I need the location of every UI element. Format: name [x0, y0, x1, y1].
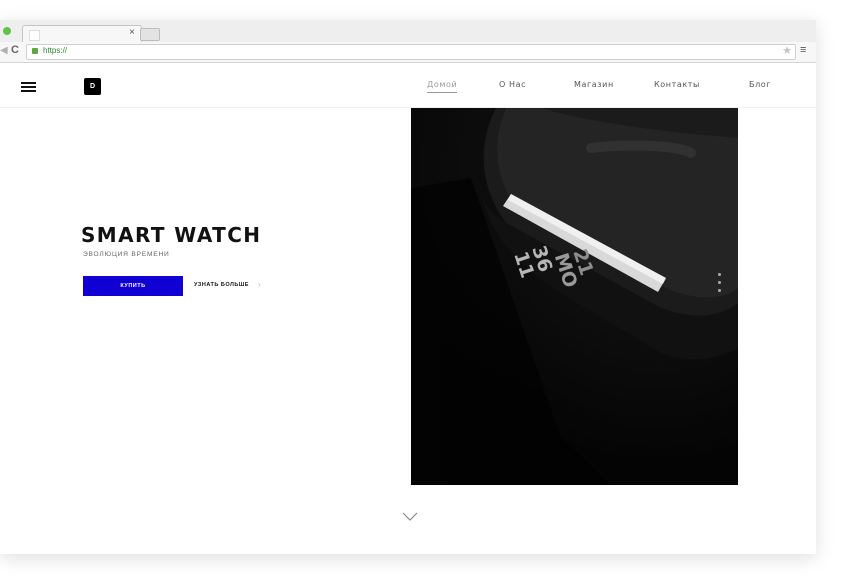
new-tab-button[interactable] — [140, 28, 160, 41]
buy-button[interactable]: КУПИТЬ — [83, 276, 183, 296]
browser-tab[interactable]: × — [22, 25, 142, 43]
reload-icon[interactable]: C — [11, 44, 19, 56]
hero-subtitle: ЭВОЛЮЦИЯ ВРЕМЕНИ — [83, 251, 170, 258]
back-arrow-icon[interactable]: ◀ — [0, 45, 8, 56]
browser-toolbar: ◀ C https:// ★ ≡ — [0, 42, 816, 63]
url-text[interactable]: https:// — [43, 46, 67, 55]
nav-home[interactable]: Домой — [427, 80, 458, 93]
lock-icon — [32, 48, 38, 54]
slider-dots[interactable] — [718, 273, 722, 295]
tab-close-icon[interactable]: × — [129, 27, 135, 38]
hamburger-menu-icon[interactable] — [21, 82, 36, 92]
hero-product-image: 11 36 MO 21 — [411, 108, 738, 485]
browser-window: × ◀ C https:// ★ ≡ D Домой О Нас Магазин… — [0, 20, 816, 554]
nav-about[interactable]: О Нас — [499, 80, 526, 89]
nav-contacts[interactable]: Контакты — [654, 80, 700, 89]
learn-more-link[interactable]: УЗНАТЬ БОЛЬШЕ — [194, 282, 249, 288]
nav-shop[interactable]: Магазин — [574, 80, 614, 89]
site-header: D Домой О Нас Магазин Контакты Блог — [0, 63, 816, 108]
smartwatch-illustration: 11 36 MO 21 — [411, 108, 738, 485]
tab-strip: × — [0, 20, 816, 43]
site-logo[interactable]: D — [84, 78, 101, 95]
browser-menu-icon[interactable]: ≡ — [800, 44, 806, 56]
chevron-down-icon[interactable] — [402, 512, 418, 522]
chevron-right-icon: › — [258, 280, 261, 289]
hero-title: SMART WATCH — [81, 223, 262, 247]
favicon-icon — [29, 30, 40, 41]
bookmark-star-icon[interactable]: ★ — [782, 44, 792, 57]
nav-blog[interactable]: Блог — [749, 80, 771, 89]
address-bar[interactable]: https:// ★ — [26, 44, 796, 60]
window-control-dot[interactable] — [3, 27, 11, 35]
